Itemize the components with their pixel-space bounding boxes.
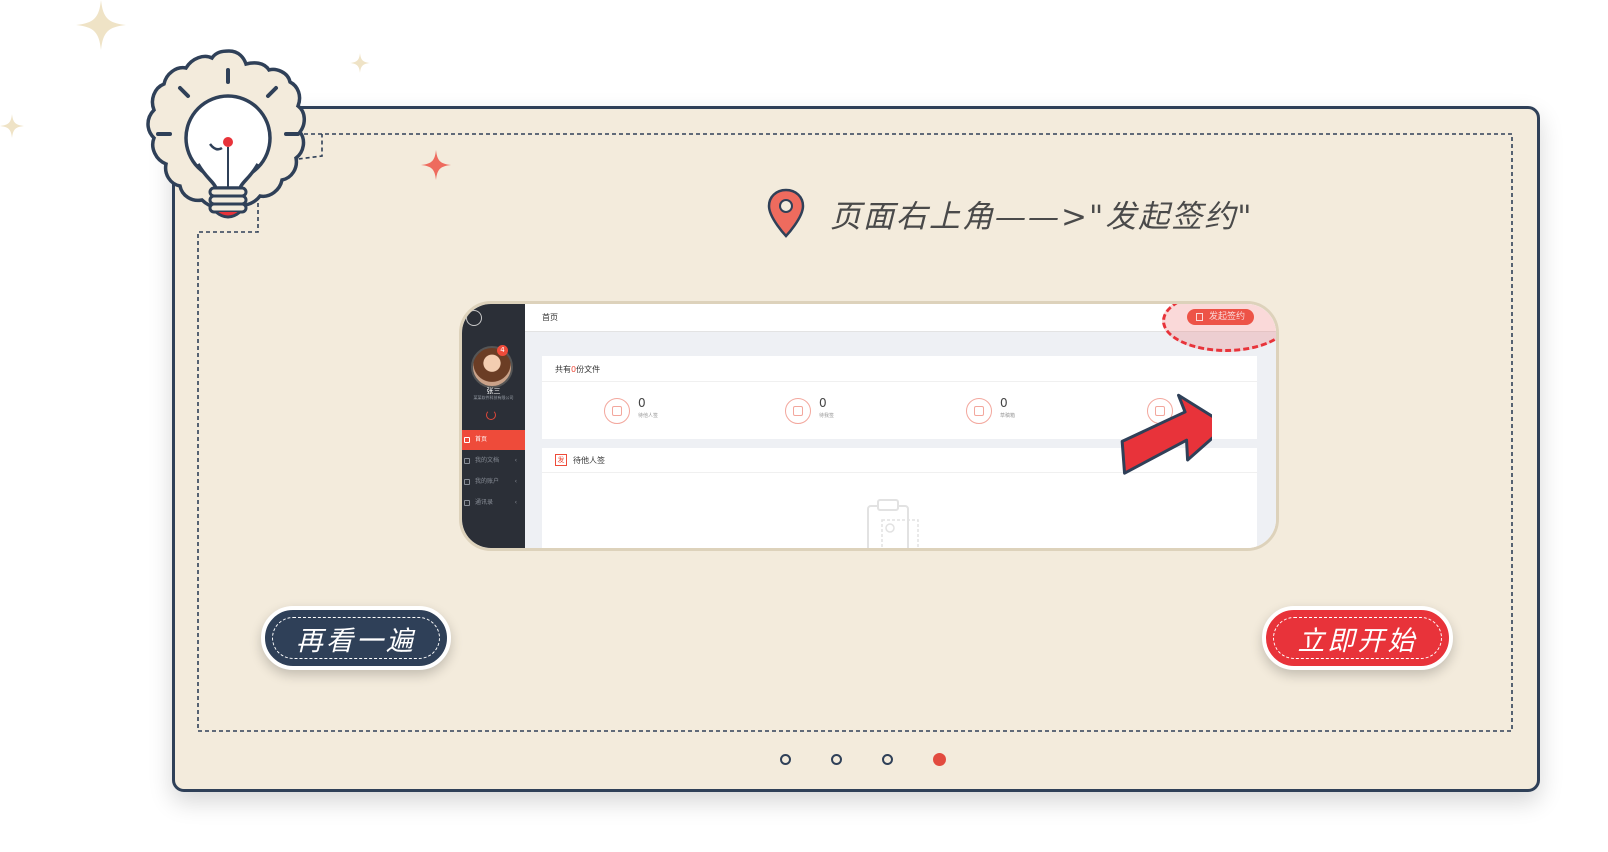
chevron-left-icon: ‹: [514, 457, 517, 464]
power-icon: [486, 410, 496, 420]
chevron-left-icon: ‹: [514, 478, 517, 485]
sidebar-item-account: 我的账户 ‹: [462, 472, 525, 492]
chevron-left-icon: ‹: [514, 499, 517, 506]
summary-title: 共有0份文件: [555, 365, 601, 374]
stat-label: 草稿箱: [1000, 413, 1016, 419]
start-now-button[interactable]: 立即开始: [1262, 606, 1453, 670]
sparkle-icon: [421, 150, 451, 180]
pagination: [780, 753, 946, 766]
app-logo-icon: [466, 310, 482, 326]
pending-title: 待他人签: [573, 456, 605, 465]
sidebar-item-contacts: 通讯录 ‹: [462, 493, 525, 513]
replay-button-label: 再看一遍: [272, 617, 440, 659]
replay-button[interactable]: 再看一遍: [261, 606, 451, 670]
pen-document-icon: [785, 398, 811, 424]
stat-value: 0: [819, 396, 827, 410]
sidebar-item-home: 首页: [462, 430, 525, 450]
sidebar-item-label: 首页: [475, 436, 488, 443]
sidebar-item-label: 我的账户: [475, 478, 500, 485]
start-now-button-label: 立即开始: [1273, 617, 1442, 659]
stat-value: 0: [638, 396, 646, 410]
document-icon: [604, 398, 630, 424]
sidebar-item-label: 通讯录: [475, 499, 494, 506]
user-company: 某某软件科技有限公司: [473, 395, 514, 400]
sidebar-item-label: 我的文档: [475, 457, 500, 464]
highlight-marker: [1162, 304, 1276, 352]
sidebar-item-documents: 我的文档 ‹: [462, 451, 525, 471]
notification-badge: 4: [497, 345, 508, 356]
pointer-arrow-icon: [1120, 393, 1212, 475]
contacts-icon: [464, 500, 470, 506]
page-dot-2[interactable]: [831, 754, 842, 765]
page-dot-1[interactable]: [780, 754, 791, 765]
stat-label: 待他人签: [638, 413, 659, 419]
tip-row: 页面右上角——>"发起签约": [766, 188, 1254, 238]
user-icon: [464, 479, 470, 485]
document-icon: [464, 458, 470, 464]
page-dot-4[interactable]: [933, 753, 946, 766]
empty-clipboard-icon: [867, 499, 919, 548]
lightbulb-icon: [146, 49, 306, 219]
stat-label: 待我签: [819, 413, 835, 419]
send-badge-icon: 发: [555, 454, 567, 466]
home-icon: [464, 437, 470, 443]
location-pin-icon: [767, 188, 805, 238]
drafts-icon: [966, 398, 992, 424]
page-dot-3[interactable]: [882, 754, 893, 765]
app-sidebar: 4 张三 某某软件科技有限公司 首页 我的文档 ‹ 我的账户 ‹ 通讯录 ‹: [462, 304, 525, 548]
stat-value: 0: [1000, 396, 1008, 410]
tip-text: 页面右上角——>"发起签约": [830, 198, 1254, 235]
breadcrumb: 首页: [542, 313, 558, 322]
